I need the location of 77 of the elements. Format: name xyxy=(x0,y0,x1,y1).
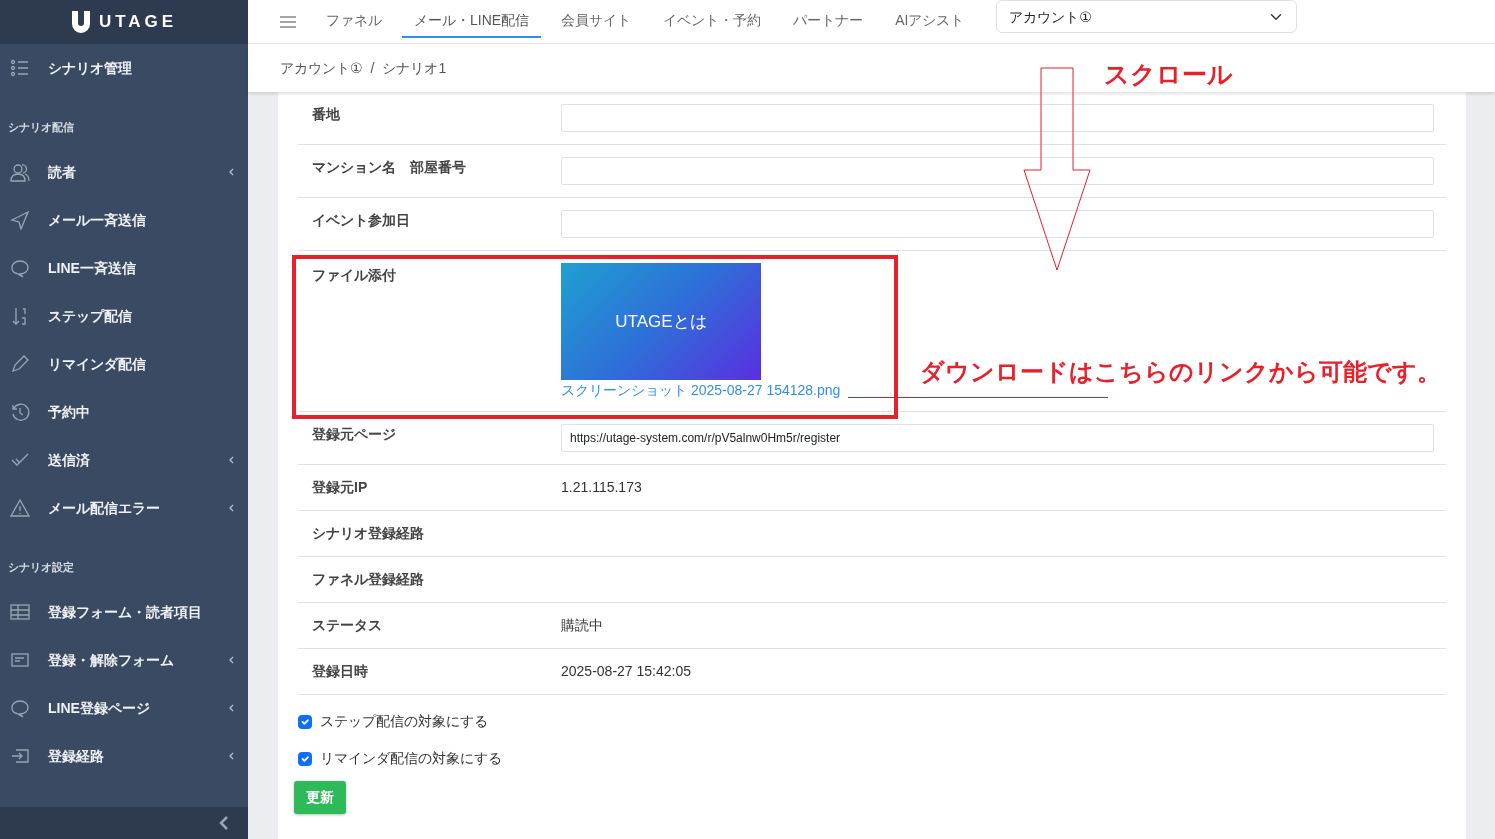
checkbox-label: リマインダ配信の対象にする xyxy=(320,749,502,768)
sidebar-label: シナリオ管理 xyxy=(48,58,133,78)
breadcrumb-item: シナリオ1 xyxy=(382,58,447,78)
nav-tab[interactable]: 会員サイト xyxy=(549,5,644,38)
nav-tab[interactable]: パートナー xyxy=(781,5,876,38)
sidebar-item[interactable]: リマインダ配信 xyxy=(0,340,248,388)
field-label: シナリオ登録経路 xyxy=(311,524,425,543)
sidebar-label: メール一斉送信 xyxy=(48,210,147,230)
input-field[interactable] xyxy=(561,210,1434,238)
field-label: ファイル添付 xyxy=(311,266,397,285)
section-heading: シナリオ設定 xyxy=(7,560,75,575)
menu-icon[interactable] xyxy=(280,14,296,29)
input-field[interactable]: https://utage-system.com/r/pV5alnw0Hm5r/register xyxy=(561,424,1434,452)
sidebar-label: 登録・解除フォーム xyxy=(48,650,175,670)
sidebar-item[interactable]: メール一斉送信 xyxy=(0,196,248,244)
chat-icon xyxy=(10,258,30,278)
sidebar-label: ステップ配信 xyxy=(48,306,133,326)
checkbox[interactable] xyxy=(298,751,312,766)
field-label: ステータス xyxy=(311,616,383,635)
field-label: マンション名 部屋番号 xyxy=(311,158,467,177)
sidebar-label: 登録経路 xyxy=(48,746,105,766)
sidebar-item[interactable]: シナリオ管理 xyxy=(0,44,248,92)
sidebar-item[interactable]: 予約中 xyxy=(0,388,248,436)
sidebar-label: 予約中 xyxy=(48,402,91,422)
section-heading: シナリオ配信 xyxy=(7,120,75,135)
pencil-icon xyxy=(10,354,30,374)
sidebar-item[interactable]: 読者 xyxy=(0,148,248,196)
sidebar-label: 読者 xyxy=(48,162,77,182)
sidebar-label: 登録フォーム・読者項目 xyxy=(48,602,203,622)
field-label: 登録元IP xyxy=(311,478,369,497)
logo-icon xyxy=(70,11,91,33)
send-icon xyxy=(10,210,30,230)
sidebar-label: 送信済 xyxy=(48,450,91,470)
table-icon xyxy=(10,602,30,622)
sidebar-item[interactable]: LINE一斉送信 xyxy=(0,244,248,292)
sidebar-label: LINE一斉送信 xyxy=(48,258,137,278)
warning-icon xyxy=(10,498,30,518)
sidebar-label: リマインダ配信 xyxy=(48,354,147,374)
nav-tab[interactable]: AIアシスト xyxy=(883,5,977,38)
chat-icon xyxy=(10,698,30,718)
thumbnail-title: UTAGEとは xyxy=(615,310,707,333)
checkbox[interactable] xyxy=(298,714,312,729)
annotation-text: スクロール xyxy=(1104,59,1233,90)
sign-in-icon xyxy=(10,746,30,766)
users-icon xyxy=(10,162,30,182)
sidebar-label: LINE登録ページ xyxy=(48,698,151,718)
field-value: 購読中 xyxy=(561,617,603,633)
input-field[interactable] xyxy=(561,104,1434,132)
checkbox-label: ステップ配信の対象にする xyxy=(320,712,488,731)
field-label: イベント参加日 xyxy=(311,211,411,230)
input-field[interactable] xyxy=(561,157,1434,185)
form-icon xyxy=(10,650,30,670)
breadcrumb-separator: / xyxy=(370,58,375,78)
sidebar-item[interactable]: 登録経路 xyxy=(0,732,248,780)
nav-tab[interactable]: ファネル xyxy=(314,5,394,38)
account-select[interactable]: アカウント① xyxy=(996,0,1298,33)
sidebar-item[interactable]: 登録フォーム・読者項目 xyxy=(0,588,248,636)
sidebar-item[interactable]: メール配信エラー xyxy=(0,484,248,532)
field-value: 1.21.115.173 xyxy=(561,479,642,495)
sidebar-item[interactable]: 登録・解除フォーム xyxy=(0,636,248,684)
sidebar-label: メール配信エラー xyxy=(48,498,161,518)
brand-name: UTAGE xyxy=(98,11,178,34)
sidebar-item[interactable]: 送信済 xyxy=(0,436,248,484)
sidebar-item[interactable]: ステップ配信 xyxy=(0,292,248,340)
field-label: ファネル登録経路 xyxy=(311,570,425,589)
field-label: 登録元ページ xyxy=(311,425,397,444)
collapse-icon[interactable] xyxy=(218,816,230,830)
field-value: 2025-08-27 15:42:05 xyxy=(561,663,691,679)
sidebar-item[interactable]: LINE登録ページ xyxy=(0,684,248,732)
field-label: 登録日時 xyxy=(311,662,369,681)
annotation-text: ダウンロードはこちらのリンクから可能です。 xyxy=(920,357,1441,387)
breadcrumb-item[interactable]: アカウント① xyxy=(280,57,363,79)
nav-tab[interactable]: イベント・予約 xyxy=(651,5,774,38)
nav-tab[interactable]: メール・LINE配信 xyxy=(402,5,542,38)
history-icon xyxy=(10,402,30,422)
list-icon xyxy=(10,58,30,78)
field-label: 番地 xyxy=(311,105,341,124)
